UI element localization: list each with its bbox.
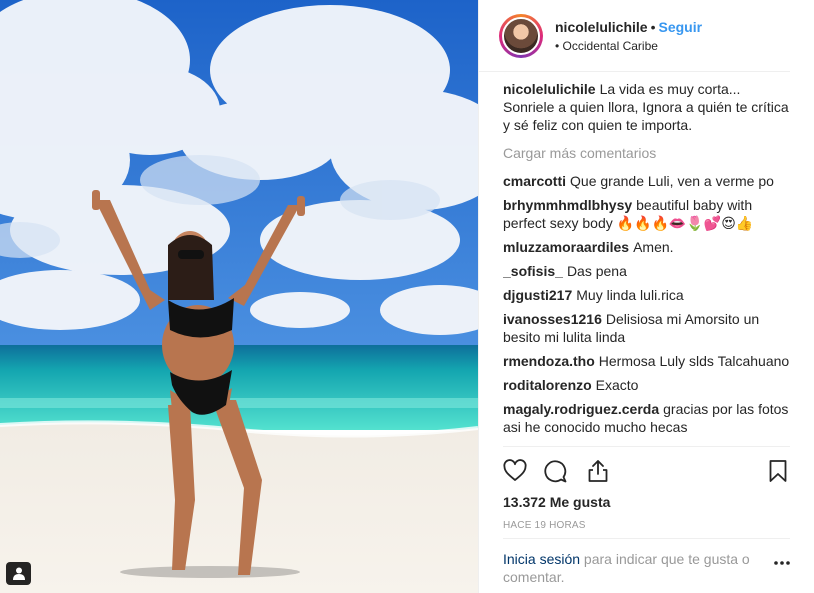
comment-username[interactable]: mluzzamoraardiles — [503, 239, 629, 255]
comment-username[interactable]: djgusti217 — [503, 287, 572, 303]
comment-item: roditalorenzo Exacto — [503, 376, 790, 394]
share-icon[interactable] — [586, 459, 610, 483]
comment-username[interactable]: ivanosses1216 — [503, 311, 602, 327]
beach-photo-image — [0, 0, 478, 593]
avatar[interactable] — [499, 13, 543, 58]
comment-text: Exacto — [595, 377, 639, 393]
tag-button[interactable] — [6, 562, 31, 585]
caption: nicolelulichile La vida es muy corta... S… — [503, 80, 790, 134]
comment-username[interactable]: _sofisis_ — [503, 263, 563, 279]
comment-text: Das pena — [566, 263, 627, 279]
comment-username[interactable]: brhymmhmdlbhysy — [503, 197, 632, 213]
comment-bubble-icon[interactable] — [543, 459, 567, 483]
comment-text: Amen. — [633, 239, 674, 255]
follow-button[interactable]: Seguir — [659, 19, 703, 35]
header-separator: • — [650, 18, 656, 35]
comment-item: ivanosses1216 Delisiosa mi Amorsito un be… — [503, 310, 790, 346]
header-username[interactable]: nicolelulichile — [555, 19, 648, 35]
comment-username[interactable]: rmendoza.tho — [503, 353, 595, 369]
comment-username[interactable]: magaly.rodriguez.cerda — [503, 401, 659, 417]
comment-item: rmendoza.tho Hermosa Luly slds Talcahuano — [503, 352, 790, 370]
person-tag-icon — [12, 567, 25, 580]
comment-item: magaly.rodriguez.cerda gracias por las fo… — [503, 400, 790, 436]
comment-text: Muy linda luli.rica — [576, 287, 684, 303]
comment-text: Que grande Luli, ven a verme po — [570, 173, 774, 189]
comment-item: cmarcotti Que grande Luli, ven a verme po — [503, 172, 790, 190]
comment-item: mluzzamoraardiles Amen. — [503, 238, 790, 256]
action-bar — [503, 446, 790, 495]
load-more-comments-button[interactable]: Cargar más comentarios — [503, 144, 790, 162]
likes-count[interactable]: 13.372 Me gusta — [503, 494, 610, 510]
post-photo[interactable] — [0, 0, 478, 593]
comment-text: Hermosa Luly slds Talcahuano — [598, 353, 790, 369]
location-link[interactable]: • Occidental Caribe — [555, 39, 702, 53]
ellipsis-icon[interactable] — [774, 561, 790, 565]
post-header: nicolelulichile • Seguir • Occidental Cari… — [479, 0, 790, 72]
caption-username[interactable]: nicolelulichile — [503, 81, 596, 97]
instagram-post: nicolelulichile • Seguir • Occidental Cari… — [0, 0, 814, 593]
comment-username[interactable]: cmarcotti — [503, 173, 566, 189]
avatar-image — [502, 16, 540, 55]
bookmark-icon[interactable] — [766, 459, 790, 483]
comment-item: brhymmhmdlbhysy beautiful baby with perfe… — [503, 196, 790, 232]
header-text: nicolelulichile • Seguir • Occidental Cari… — [555, 19, 702, 53]
post-side-panel: nicolelulichile • Seguir • Occidental Cari… — [478, 0, 814, 593]
heart-icon[interactable] — [503, 459, 527, 483]
login-prompt: Inicia sesión para indicar que te gusta … — [503, 538, 790, 586]
comment-username[interactable]: roditalorenzo — [503, 377, 592, 393]
comments-list[interactable]: nicolelulichile La vida es muy corta... S… — [503, 80, 790, 447]
post-timestamp[interactable]: HACE 19 HORAS — [503, 520, 586, 531]
comment-item: _sofisis_ Das pena — [503, 262, 790, 280]
comment-item: djgusti217 Muy linda luli.rica — [503, 286, 790, 304]
login-link[interactable]: Inicia sesión — [503, 551, 580, 567]
